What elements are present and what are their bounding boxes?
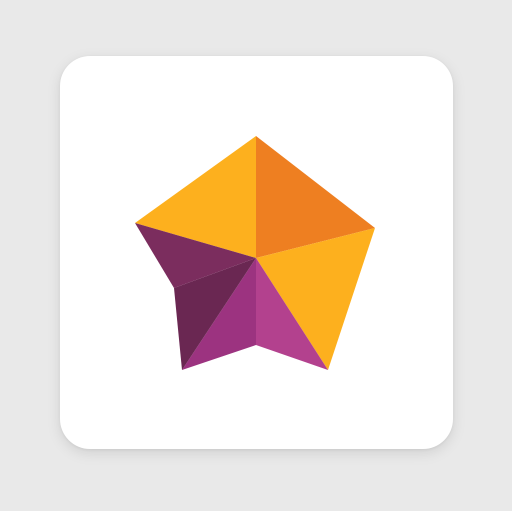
star-logo-icon (135, 136, 375, 370)
screen (0, 0, 512, 511)
app-icon-tile[interactable] (60, 56, 453, 449)
